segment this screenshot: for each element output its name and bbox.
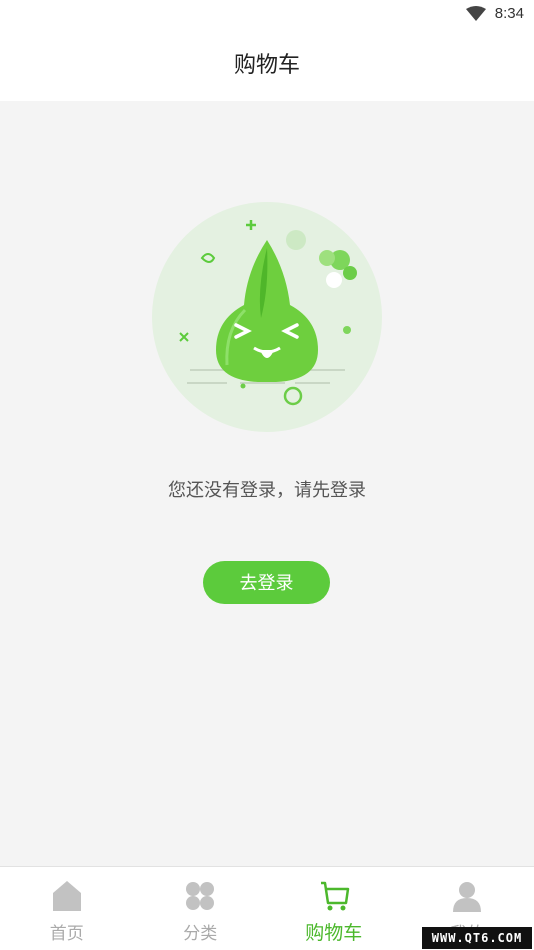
page-title: 购物车 xyxy=(234,53,300,78)
tab-category-label: 分类 xyxy=(134,919,268,944)
tab-cart[interactable]: 购物车 xyxy=(267,867,401,950)
home-icon xyxy=(50,879,84,913)
tab-cart-label: 购物车 xyxy=(267,918,401,945)
profile-icon xyxy=(450,879,484,913)
onion-mascot-illustration xyxy=(150,200,384,434)
category-icon xyxy=(183,879,217,913)
empty-cart-message: 您还没有登录，请先登录 xyxy=(0,476,534,502)
tab-home-label: 首页 xyxy=(0,919,134,944)
watermark: WWW.QT6.COM xyxy=(422,927,532,949)
status-bar: 8:34 xyxy=(0,0,534,30)
tab-category[interactable]: 分类 xyxy=(134,867,268,950)
page-header: 购物车 xyxy=(0,30,534,101)
tab-home[interactable]: 首页 xyxy=(0,867,134,950)
status-time: 8:34 xyxy=(495,5,524,22)
go-login-button[interactable]: 去登录 xyxy=(203,561,330,604)
wifi-icon xyxy=(466,6,486,22)
cart-icon xyxy=(317,879,351,913)
